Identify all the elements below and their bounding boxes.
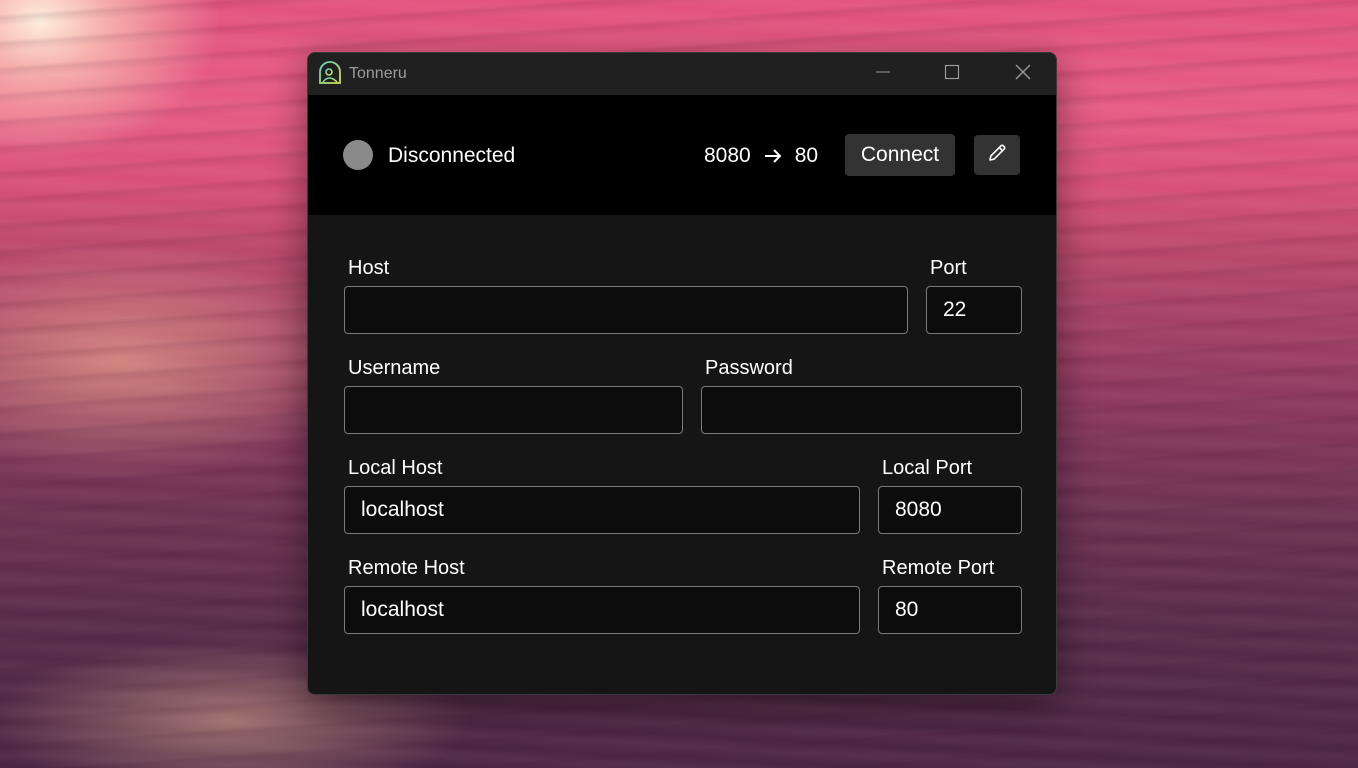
local-host-input[interactable]: localhost (344, 486, 860, 534)
pencil-icon (986, 142, 1008, 169)
connect-button[interactable]: Connect (845, 134, 955, 176)
remote-host-input[interactable]: localhost (344, 586, 860, 634)
password-input[interactable] (701, 386, 1022, 434)
close-icon (1014, 63, 1032, 86)
status-indicator (343, 140, 373, 170)
local-host-label: Local Host (348, 457, 443, 479)
connection-status-bar: Disconnected 8080 80 Connect (308, 95, 1056, 215)
forward-local-port: 8080 (704, 144, 751, 167)
username-label: Username (348, 357, 441, 379)
app-title: Tonneru (349, 65, 407, 82)
remote-port-input[interactable]: 80 (878, 586, 1022, 634)
maximize-button[interactable] (929, 53, 975, 95)
maximize-icon (944, 64, 960, 85)
arrow-right-icon (763, 148, 783, 164)
status-text: Disconnected (388, 144, 516, 167)
app-window: Tonneru Disconnected 8080 80 Connect Hos… (307, 52, 1057, 695)
port-label: Port (930, 257, 967, 279)
host-input[interactable] (344, 286, 908, 334)
title-bar[interactable]: Tonneru (308, 53, 1056, 95)
port-forward-summary: 8080 80 (704, 144, 818, 168)
tonneru-logo-icon (318, 61, 342, 85)
minimize-button[interactable] (860, 53, 906, 95)
close-button[interactable] (1000, 53, 1046, 95)
port-input[interactable]: 22 (926, 286, 1022, 334)
local-port-label: Local Port (882, 457, 973, 479)
remote-port-label: Remote Port (882, 557, 995, 579)
username-input[interactable] (344, 386, 683, 434)
forward-remote-port: 80 (794, 144, 819, 167)
local-port-input[interactable]: 8080 (878, 486, 1022, 534)
remote-host-label: Remote Host (348, 557, 465, 579)
minimize-icon (875, 64, 891, 85)
password-label: Password (705, 357, 793, 379)
edit-button[interactable] (974, 135, 1020, 175)
host-label: Host (348, 257, 390, 279)
